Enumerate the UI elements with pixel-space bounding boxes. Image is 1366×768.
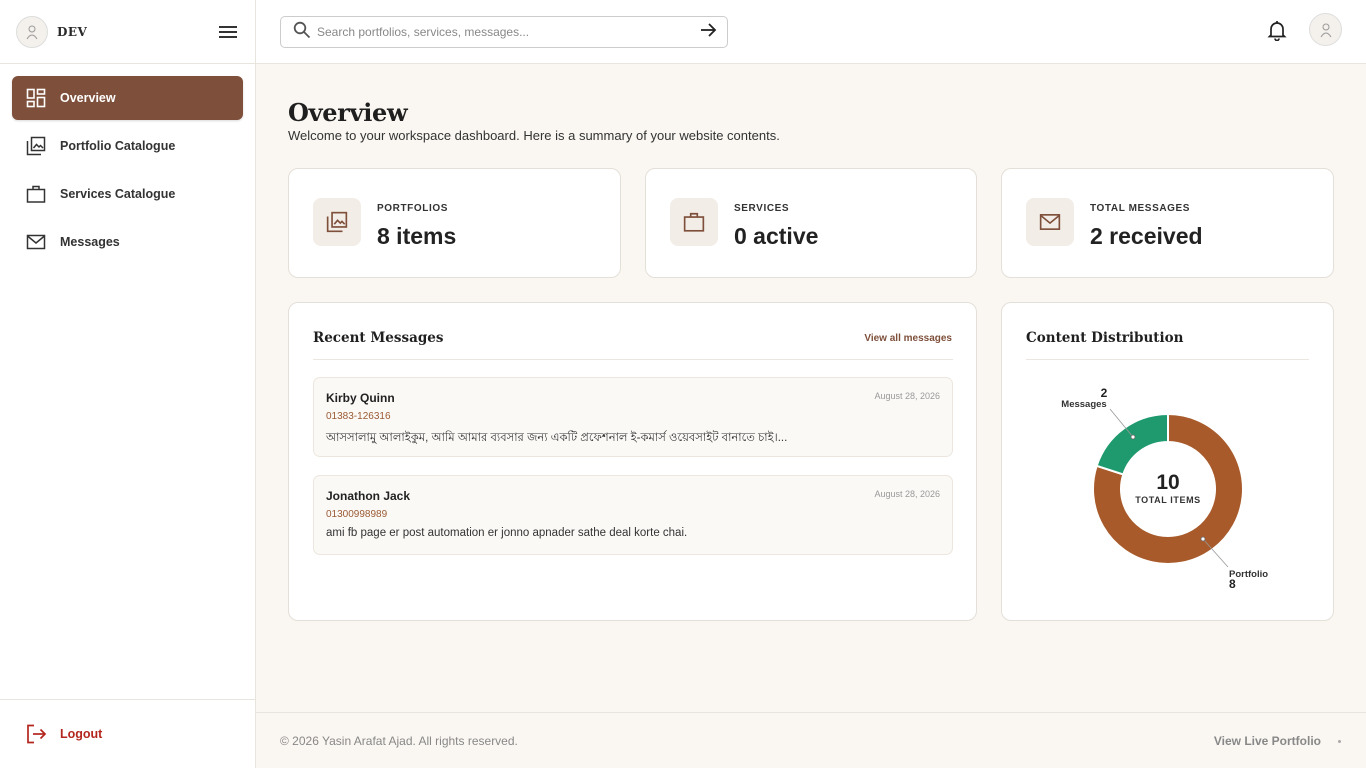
messages-value-label: 2 [1101,386,1108,400]
sidebar-nav: Overview Portfolio Catalogue Services Ca… [0,64,255,264]
stat-label: PORTFOLIOS [377,203,448,214]
sidebar: DEV Overview Portfolio Catalogue Service… [0,0,256,768]
mail-icon [25,231,47,253]
dashboard-icon [25,87,47,109]
message-item[interactable]: Kirby Quinn August 28, 2026 01383-126316… [313,377,953,457]
stat-label: TOTAL MESSAGES [1090,203,1191,214]
notification-bell-icon[interactable] [1266,19,1290,43]
topbar [256,0,1366,64]
logout-button[interactable]: Logout [0,699,255,768]
brand-name: DEV [57,24,88,39]
donut-total-label: TOTAL ITEMS [1135,495,1201,505]
stat-card-messages: TOTAL MESSAGES 2 received [1001,168,1334,278]
message-date: August 28, 2026 [874,489,940,499]
mail-icon [1026,198,1074,246]
stat-value: 8 items [377,223,457,249]
sidebar-item-label: Services Catalogue [60,187,176,201]
leader-dot-portfolio [1200,536,1206,542]
status-dot [1338,740,1341,743]
sidebar-item-label: Overview [60,91,116,105]
arrow-right-icon[interactable] [699,21,717,44]
search-icon [293,21,311,44]
message-preview: ami fb page er post automation er jonno … [326,527,688,539]
stat-value: 2 received [1090,223,1203,249]
avatar[interactable] [1309,13,1342,46]
sidebar-item-services-catalogue[interactable]: Services Catalogue [12,172,243,216]
message-sender: Kirby Quinn [326,391,395,405]
sidebar-item-label: Portfolio Catalogue [60,139,176,153]
stat-card-services: SERVICES 0 active [645,168,977,278]
divider [313,359,953,360]
briefcase-icon [670,198,718,246]
page-subtitle: Welcome to your workspace dashboard. Her… [288,128,780,143]
footer: © 2026 Yasin Arafat Ajad. All rights res… [256,712,1366,768]
logout-icon [25,723,47,745]
leader-dot-messages [1130,434,1136,440]
search-bar [280,16,728,48]
message-phone: 01383-126316 [326,411,391,422]
messages-name-label: Messages [1061,399,1106,410]
message-item[interactable]: Jonathon Jack August 28, 2026 0130099898… [313,475,953,555]
portfolio-value-label: 8 [1229,577,1236,591]
view-live-portfolio-link[interactable]: View Live Portfolio [1214,734,1321,748]
sidebar-item-label: Messages [60,235,120,249]
brand-logo[interactable] [16,15,48,48]
sidebar-header: DEV [0,0,255,64]
message-sender: Jonathon Jack [326,489,411,503]
view-all-messages-link[interactable]: View all messages [864,333,952,344]
content-distribution-card: Content Distribution 2 Messages Portfoli… [1001,302,1334,621]
recent-messages-card: Recent Messages View all messages Kirby … [288,302,977,621]
message-date: August 28, 2026 [874,391,940,401]
content-distribution-title: Content Distribution [1026,330,1184,346]
sidebar-item-portfolio-catalogue[interactable]: Portfolio Catalogue [12,124,243,168]
copyright-text: © 2026 Yasin Arafat Ajad. All rights res… [280,734,518,748]
briefcase-icon [25,183,47,205]
search-input[interactable] [317,25,699,39]
gallery-icon [313,198,361,246]
page-title: Overview [288,98,408,127]
sidebar-item-overview[interactable]: Overview [12,76,243,120]
stat-label: SERVICES [734,203,790,214]
sidebar-item-messages[interactable]: Messages [12,220,243,264]
message-phone: 01300998989 [326,509,388,520]
logout-label: Logout [60,727,103,741]
stat-card-portfolios: PORTFOLIOS 8 items [288,168,621,278]
recent-messages-title: Recent Messages [313,330,444,346]
gallery-icon [25,135,47,157]
donut-total-value: 10 [1156,471,1179,494]
donut-slice-messages[interactable] [1095,412,1169,476]
hamburger-menu-icon[interactable] [217,21,239,43]
donut-chart: 2 Messages Portfolio 8 10 TOTAL ITEMS [1061,386,1268,591]
message-preview: আসসালামু আলাইকুম, আমি আমার ব্যবসার জন্য … [326,432,788,444]
stat-value: 0 active [734,223,819,249]
